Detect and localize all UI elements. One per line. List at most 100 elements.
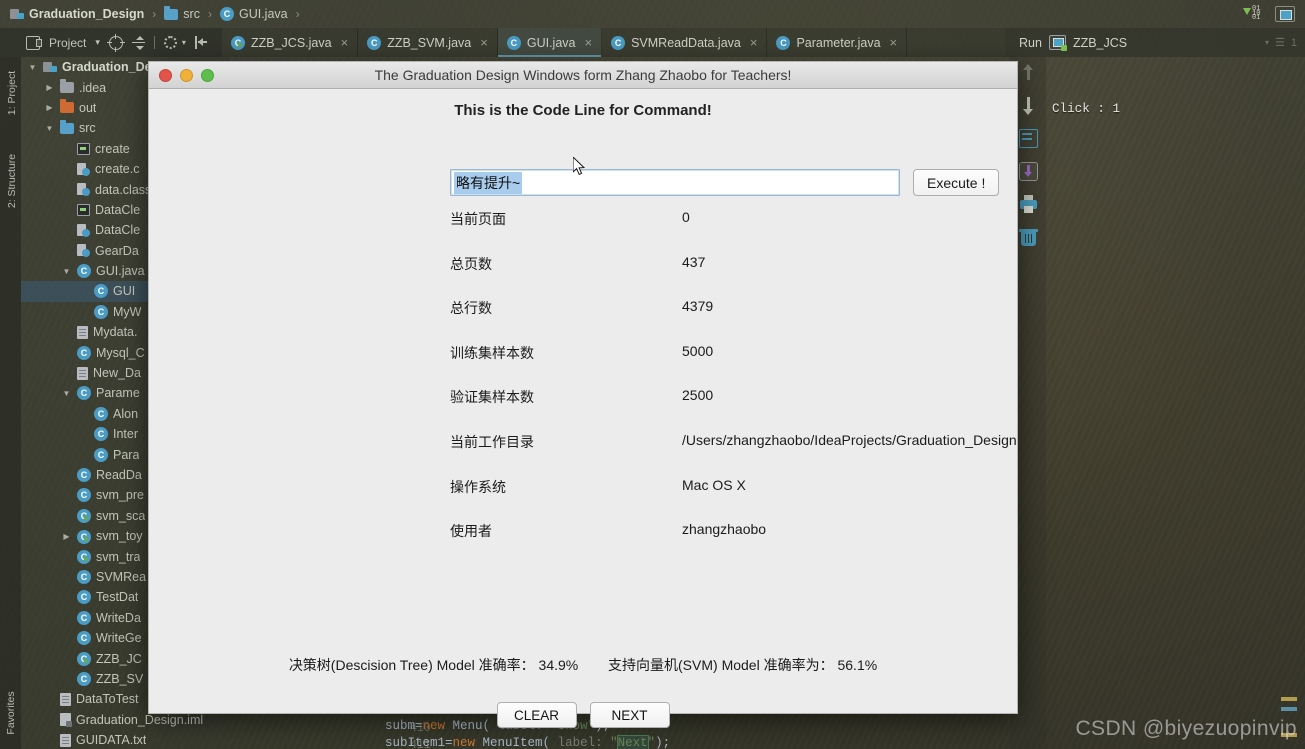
next-button[interactable]: NEXT <box>589 702 670 728</box>
info-row-key: 总行数 <box>450 300 492 317</box>
tab-parameter[interactable]: C Parameter.java × <box>767 28 908 57</box>
info-row: 使用者 zhangzhaobo <box>450 521 1070 566</box>
tree-item-label: Para <box>113 447 140 462</box>
close-icon[interactable]: × <box>584 35 592 50</box>
command-input-value: 略有提升~ <box>454 171 523 194</box>
scroll-to-end-icon[interactable] <box>1018 162 1038 181</box>
command-input[interactable]: 略有提升~ <box>450 169 900 196</box>
settings-gear-icon[interactable] <box>163 36 177 49</box>
clear-button[interactable]: CLEAR <box>496 702 577 728</box>
close-icon[interactable]: × <box>480 35 488 50</box>
run-config-name[interactable]: ZZB_JCS <box>1073 36 1127 50</box>
soft-wrap-icon[interactable] <box>1018 129 1038 148</box>
close-icon[interactable]: × <box>750 35 758 50</box>
tree-twisty-icon[interactable]: ▼ <box>44 124 55 133</box>
tree-item-label: Alon <box>113 406 139 421</box>
info-row-key: 验证集样本数 <box>450 389 534 406</box>
run-console-output[interactable]: Click : 1Put Down the Button to Execute … <box>1052 57 1305 749</box>
tree-item-label: New_Da <box>93 366 141 381</box>
java-class-icon: C <box>77 569 91 584</box>
info-row-value: 437 <box>682 253 706 270</box>
locate-icon[interactable] <box>106 33 125 52</box>
tab-zzb-jcs[interactable]: C ZZB_JCS.java × <box>222 28 359 57</box>
minimize-button[interactable] <box>180 69 193 82</box>
dialog-title: The Graduation Design Windows form Zhang… <box>374 67 792 83</box>
module-file-icon <box>60 713 72 728</box>
tab-zzb-svm[interactable]: C ZZB_SVM.java × <box>358 28 498 57</box>
folder-icon <box>164 5 179 20</box>
tab-svmreaddata[interactable]: C SVMReadData.java × <box>602 28 768 57</box>
project-label[interactable]: Project <box>49 36 86 50</box>
tree-item-label: Mydata. <box>93 325 138 340</box>
vertical-tab-project[interactable]: 1: Project <box>6 63 18 123</box>
expand-collapse-icon[interactable] <box>131 35 145 50</box>
project-view-icon[interactable] <box>26 35 42 50</box>
dialog-title-bar[interactable]: The Graduation Design Windows form Zhang… <box>149 62 1017 89</box>
tab-label: ZZB_JCS.java <box>251 35 332 50</box>
hide-panel-icon[interactable] <box>194 36 207 49</box>
close-icon[interactable]: × <box>890 35 898 50</box>
java-class-icon: C <box>77 345 91 360</box>
tab-gui[interactable]: C GUI.java × <box>497 28 603 57</box>
module-icon <box>10 8 24 20</box>
file-icon <box>77 325 88 339</box>
tree-item[interactable]: GUIDATA.txt <box>21 730 230 749</box>
info-row: 当前页面 0 <box>450 209 1070 254</box>
info-row: 总行数 4379 <box>450 298 1070 343</box>
window-switch-icon[interactable] <box>1275 6 1295 22</box>
tab-label: Parameter.java <box>796 35 881 50</box>
breadcrumb-item-src[interactable]: src <box>162 5 202 21</box>
run-panel-header: Run ZZB_JCS <box>1005 28 1305 57</box>
svm-accuracy: 支持向量机(SVM) Model 准确率为： 56.1% <box>608 657 878 673</box>
tree-item-label: out <box>79 100 97 115</box>
tab-label: SVMReadData.java <box>631 35 741 50</box>
tree-twisty-icon[interactable]: ▼ <box>27 63 38 72</box>
chevron-down-icon[interactable]: ▾ <box>182 38 186 47</box>
folder-icon <box>60 119 74 134</box>
dialog-heading: This is the Code Line for Command! <box>454 102 712 119</box>
terminal-icon <box>77 142 90 155</box>
text-file-icon <box>60 733 71 747</box>
breadcrumb-item-module[interactable]: Graduation_Design <box>8 7 146 21</box>
close-icon[interactable]: × <box>341 35 349 50</box>
info-row-key: 总页数 <box>450 255 492 272</box>
vertical-tab-favorites[interactable]: Favorites <box>5 690 17 736</box>
tree-item-label: DataToTest <box>76 692 139 707</box>
mouse-cursor-icon <box>573 157 585 176</box>
tree-item-label: ZZB_SV <box>96 671 144 686</box>
tree-twisty-icon[interactable]: ▼ <box>61 267 72 276</box>
vertical-tab-structure[interactable]: 2: Structure <box>6 143 18 219</box>
tree-item-label: svm_toy <box>96 529 143 544</box>
java-class-icon: C <box>776 35 791 50</box>
java-class-icon: C <box>77 631 91 646</box>
scroll-down-icon[interactable] <box>1019 96 1038 115</box>
tree-item-label: .idea <box>79 80 107 95</box>
java-class-run-icon: C <box>77 529 91 544</box>
project-tool-header[interactable]: Project ▾ ▾ <box>0 28 222 57</box>
maximize-button[interactable] <box>201 69 214 82</box>
breadcrumb-item-file[interactable]: C GUI.java <box>218 7 290 21</box>
file-icon <box>60 692 71 706</box>
java-class-icon: C <box>77 264 91 279</box>
tree-twisty-icon[interactable]: ▼ <box>61 389 72 398</box>
user-class-icon <box>77 223 90 237</box>
user-class-icon <box>77 162 90 176</box>
chevron-down-icon[interactable]: ▾ <box>95 37 100 48</box>
compile-indicator-icon[interactable]: 01 10 01 <box>1243 6 1265 22</box>
tab-label: ZZB_SVM.java <box>387 35 472 50</box>
scroll-up-icon[interactable] <box>1019 63 1038 82</box>
tree-twisty-icon[interactable]: ▶ <box>61 532 72 541</box>
execute-button[interactable]: Execute ! <box>913 169 1000 196</box>
close-button[interactable] <box>159 69 172 82</box>
tree-twisty-icon[interactable]: ▶ <box>44 103 55 112</box>
info-row-key: 当前页面 <box>450 211 506 227</box>
java-class-run-icon: C <box>231 35 245 50</box>
info-row-value: /Users/zhangzhaobo/IdeaProjects/Graduati… <box>682 431 1017 448</box>
console-line: Click : 1 <box>1052 102 1121 116</box>
tree-twisty-icon[interactable]: ▶ <box>44 83 55 92</box>
tree-item-label: create <box>95 141 130 156</box>
tree-item-label: SVMRea <box>96 569 147 584</box>
breadcrumb-label: Graduation_Design <box>29 7 145 21</box>
left-tool-strip: 1: Project 2: Structure Favorites <box>0 57 21 749</box>
breadcrumb: Graduation_Design › src › C GUI.java › 0… <box>0 0 1305 28</box>
